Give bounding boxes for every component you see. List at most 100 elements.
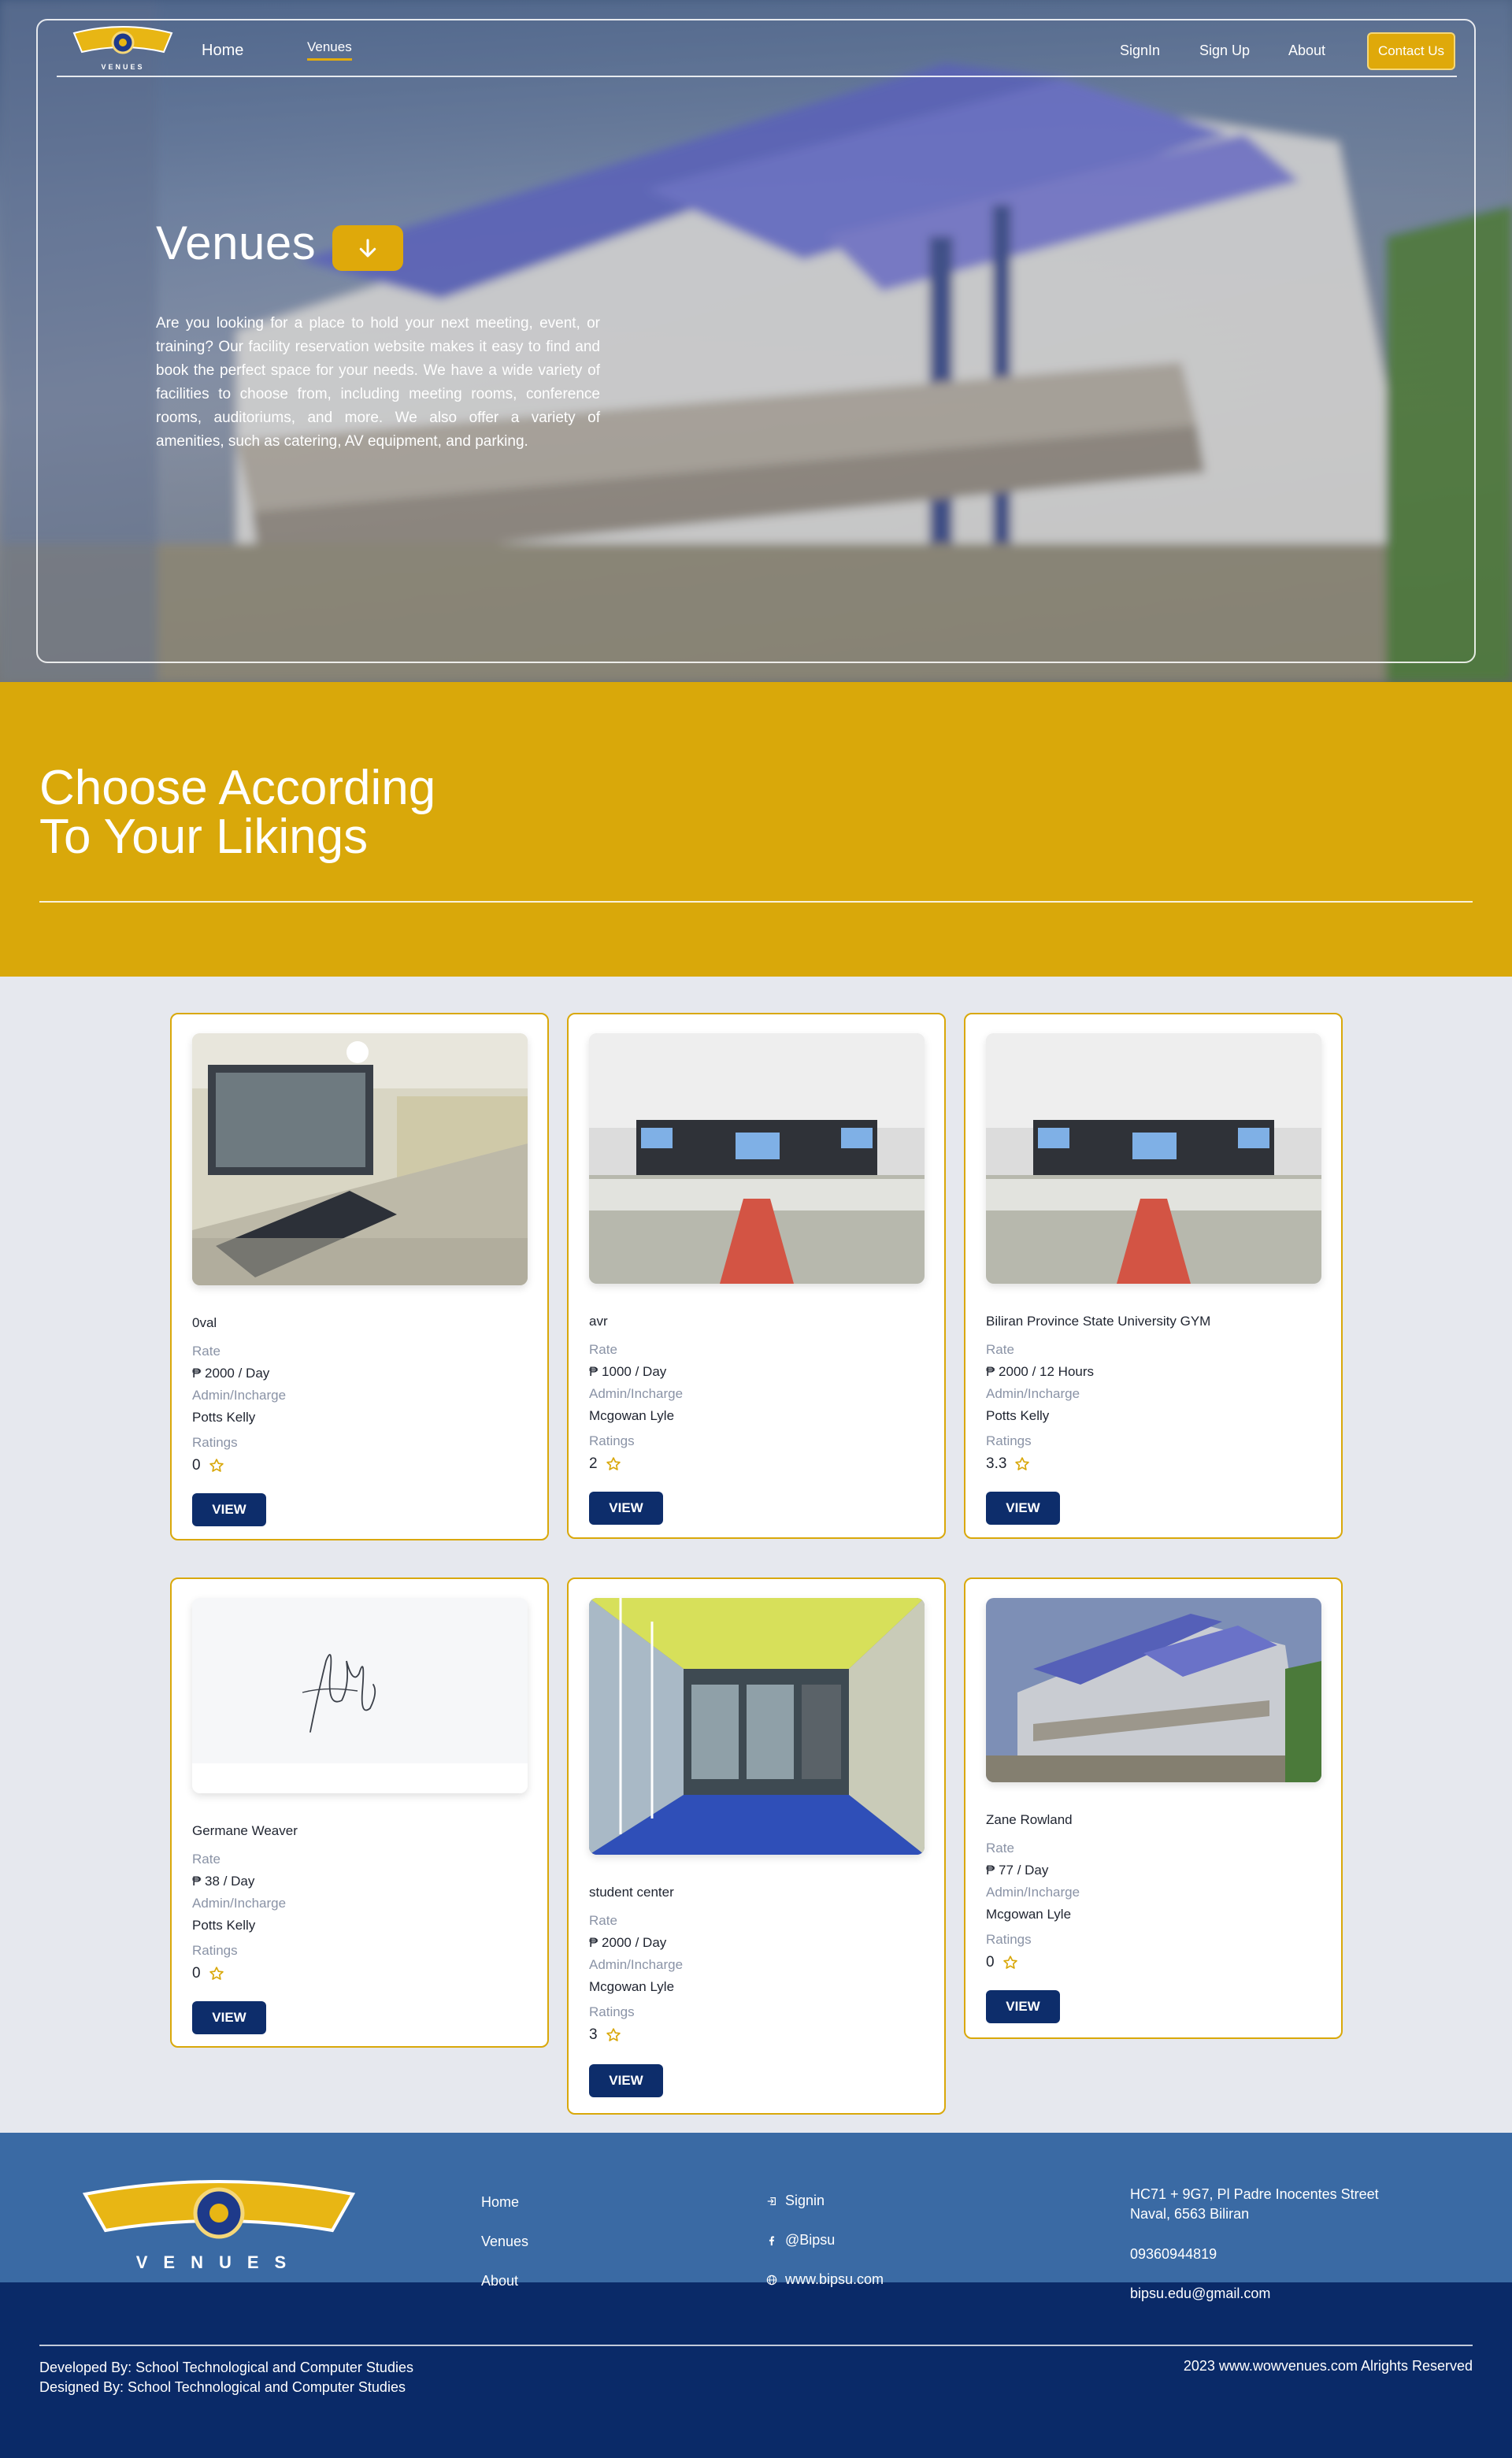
- venue-image[interactable]: [986, 1033, 1321, 1284]
- footer-signin-link[interactable]: Signin: [766, 2193, 825, 2209]
- venue-rate: ₱ 2000 / Day: [589, 1935, 667, 1950]
- page-title: Venues: [156, 217, 317, 269]
- footer-link-venues[interactable]: Venues: [481, 2234, 528, 2250]
- rating-value: 0: [986, 1954, 995, 1970]
- designed-by: Designed By: School Technological and Co…: [39, 2379, 406, 2395]
- rate-label: Rate: [986, 1342, 1014, 1357]
- venue-image[interactable]: [589, 1033, 925, 1284]
- footer-website-label: www.bipsu.com: [785, 2271, 884, 2287]
- ratings-label: Ratings: [192, 1943, 238, 1958]
- nav-venues-link[interactable]: Venues: [307, 39, 352, 61]
- nav-signup-link[interactable]: Sign Up: [1199, 43, 1250, 59]
- wow-venues-logo[interactable]: VENUES: [80, 2180, 358, 2274]
- venue-rating: 3.3: [986, 1455, 1030, 1473]
- venue-card: Zane Rowland Rate ₱ 77 / Day Admin/Incha…: [964, 1577, 1343, 2039]
- star-icon: [606, 2028, 621, 2041]
- footer-phone: 09360944819: [1130, 2246, 1217, 2262]
- ratings-label: Ratings: [192, 1435, 238, 1450]
- view-button[interactable]: VIEW: [192, 1493, 266, 1526]
- arrow-down-icon: [359, 239, 376, 258]
- view-button[interactable]: VIEW: [192, 2001, 266, 2034]
- footer-address: HC71 + 9G7, Pl Padre Inocentes Street Na…: [1130, 2186, 1379, 2222]
- star-icon: [1015, 1457, 1030, 1470]
- venue-image[interactable]: [192, 1033, 528, 1285]
- footer-link-about[interactable]: About: [481, 2273, 518, 2289]
- hero-section: VENUES Home Venues SignIn Sign Up About …: [0, 0, 1512, 682]
- svg-text:VENUES: VENUES: [136, 2252, 302, 2272]
- footer-divider: [39, 2345, 1473, 2346]
- choose-section: Choose According To Your Likings: [0, 682, 1512, 977]
- venue-image[interactable]: [192, 1598, 528, 1793]
- contact-us-button[interactable]: Contact Us: [1367, 32, 1455, 70]
- view-button[interactable]: VIEW: [589, 1492, 663, 1525]
- venue-admin: Mcgowan Lyle: [589, 1408, 675, 1423]
- developed-by: Developed By: School Technological and C…: [39, 2360, 413, 2375]
- venue-card: avr Rate ₱ 1000 / Day Admin/Incharge Mcg…: [567, 1013, 946, 1539]
- venue-name: Zane Rowland: [986, 1812, 1073, 1827]
- venue-admin: Potts Kelly: [192, 1918, 256, 1933]
- footer-copyright: 2023 www.wowvenues.com Alrights Reserved: [1183, 2358, 1473, 2374]
- rate-label: Rate: [192, 1344, 220, 1359]
- scroll-down-button[interactable]: [332, 225, 403, 271]
- ratings-label: Ratings: [986, 1433, 1032, 1448]
- admin-label: Admin/Incharge: [192, 1388, 287, 1403]
- star-icon: [606, 1457, 621, 1470]
- venue-image[interactable]: [589, 1598, 925, 1855]
- venue-name: Biliran Province State University GYM: [986, 1314, 1211, 1329]
- footer-email[interactable]: bipsu.edu@gmail.com: [1130, 2286, 1270, 2302]
- footer-website-link[interactable]: www.bipsu.com: [766, 2271, 884, 2288]
- hero-description: Are you looking for a place to hold your…: [156, 315, 600, 450]
- auditorium-photo: [986, 1033, 1321, 1284]
- admin-label: Admin/Incharge: [589, 1386, 684, 1401]
- venue-rating: 0: [192, 1457, 224, 1474]
- star-icon: [209, 1967, 224, 1980]
- top-navbar: VENUES Home Venues SignIn Sign Up About …: [57, 22, 1457, 77]
- venue-name: Germane Weaver: [192, 1823, 298, 1838]
- view-button[interactable]: VIEW: [986, 1990, 1060, 2023]
- nav-signin-link[interactable]: SignIn: [1120, 43, 1160, 59]
- venue-rate: ₱ 38 / Day: [192, 1874, 255, 1889]
- admin-label: Admin/Incharge: [986, 1386, 1080, 1401]
- view-button[interactable]: VIEW: [986, 1492, 1060, 1525]
- venue-image[interactable]: [986, 1598, 1321, 1782]
- rate-label: Rate: [986, 1841, 1014, 1856]
- footer-facebook-link[interactable]: @Bipsu: [766, 2232, 835, 2249]
- venue-rate: ₱ 2000 / 12 Hours: [986, 1364, 1095, 1379]
- admin-label: Admin/Incharge: [589, 1957, 684, 1972]
- signature-image: [192, 1598, 528, 1793]
- star-icon: [209, 1459, 224, 1472]
- venue-name: student center: [589, 1885, 674, 1900]
- rate-label: Rate: [589, 1913, 617, 1928]
- venue-rate: ₱ 1000 / Day: [589, 1364, 667, 1379]
- venue-rating: 3: [589, 2026, 621, 2044]
- venue-card: Biliran Province State University GYM Ra…: [964, 1013, 1343, 1539]
- venue-admin: Potts Kelly: [986, 1408, 1050, 1423]
- ratings-label: Ratings: [589, 2004, 635, 2019]
- wow-venues-logo[interactable]: VENUES: [71, 25, 175, 74]
- section-title: Choose According To Your Likings: [39, 761, 436, 864]
- signin-icon: [767, 2197, 776, 2205]
- svg-text:VENUES: VENUES: [101, 63, 144, 71]
- auditorium-photo: [589, 1033, 925, 1284]
- venue-rate: ₱ 2000 / Day: [192, 1366, 270, 1381]
- building-photo: [986, 1598, 1321, 1782]
- rating-value: 2: [589, 1455, 598, 1472]
- rate-label: Rate: [589, 1342, 617, 1357]
- view-button[interactable]: VIEW: [589, 2064, 663, 2097]
- control-room-photo: [192, 1033, 528, 1285]
- hallway-photo: [589, 1598, 925, 1855]
- rating-value: 3: [589, 2026, 598, 2043]
- footer-facebook-label: @Bipsu: [785, 2232, 836, 2248]
- venue-rating: 2: [589, 1455, 621, 1473]
- globe-icon: [766, 2274, 777, 2285]
- star-icon: [1002, 1956, 1017, 1969]
- venue-admin: Mcgowan Lyle: [589, 1979, 675, 1994]
- ratings-label: Ratings: [589, 1433, 635, 1448]
- venue-rating: 0: [986, 1954, 1018, 1971]
- nav-about-link[interactable]: About: [1288, 43, 1325, 59]
- footer-link-home[interactable]: Home: [481, 2194, 519, 2211]
- nav-home-link[interactable]: Home: [202, 42, 243, 60]
- venue-admin: Potts Kelly: [192, 1410, 256, 1425]
- section-divider: [39, 901, 1473, 903]
- venue-card: Germane Weaver Rate ₱ 38 / Day Admin/Inc…: [170, 1577, 549, 2048]
